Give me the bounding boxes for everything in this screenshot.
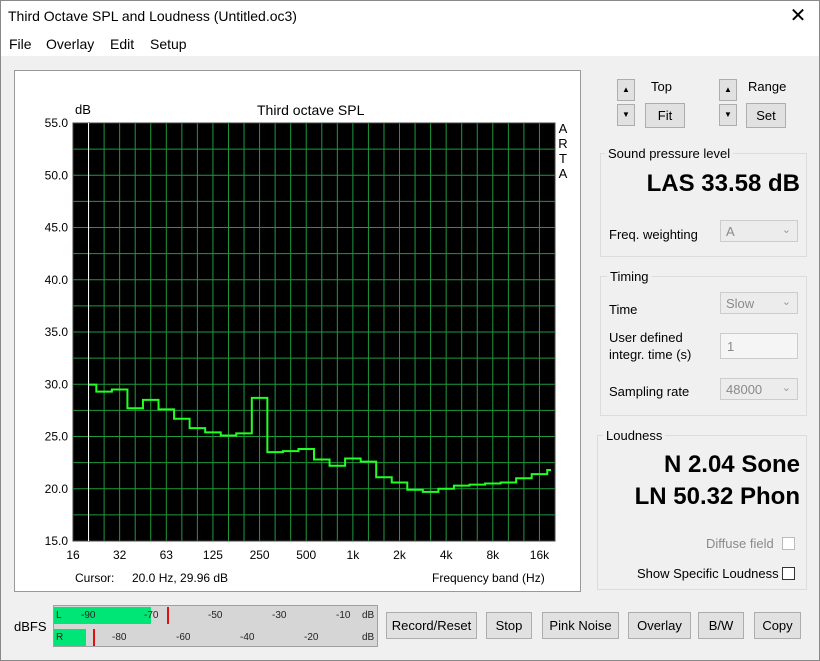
x-axis-label: Frequency band (Hz) — [432, 571, 545, 585]
pink-noise-button[interactable]: Pink Noise — [542, 612, 619, 639]
freq-weighting-value: A — [726, 224, 735, 239]
bw-button[interactable]: B/W — [698, 612, 744, 639]
graph-panel: 55.0 50.0 45.0 40.0 35.0 30.0 25.0 20.0 15.0 16 32… — [14, 70, 581, 592]
menu-setup[interactable]: Setup — [150, 36, 187, 52]
arta-logo-letter: A — [559, 121, 568, 136]
top-label: Top — [651, 79, 672, 94]
y-tick-label: 30.0 — [45, 377, 69, 391]
x-tick-label: 250 — [250, 548, 270, 562]
level-meter: L R -90 -70 -50 -30 -10 dB -80 -60 -40 -… — [53, 605, 378, 647]
scale-label: -30 — [272, 610, 287, 621]
arta-logo-letter: R — [558, 136, 567, 151]
user-time-input[interactable]: 1 — [720, 333, 798, 359]
copy-button[interactable]: Copy — [754, 612, 801, 639]
sampling-rate-label: Sampling rate — [609, 384, 690, 399]
scale-label: -10 — [336, 610, 351, 621]
menu-file[interactable]: File — [9, 36, 32, 52]
x-tick-label: 32 — [113, 548, 127, 562]
menu-overlay[interactable]: Overlay — [46, 36, 94, 52]
menu-edit[interactable]: Edit — [110, 36, 134, 52]
scale-label: -60 — [176, 632, 191, 643]
left-channel-label: L — [56, 610, 62, 621]
freq-weighting-label: Freq. weighting — [609, 227, 698, 242]
spl-group-label: Sound pressure level — [605, 146, 734, 161]
x-tick-label: 1k — [347, 548, 361, 562]
cursor-readout: 20.0 Hz, 29.96 dB — [132, 571, 229, 585]
dbfs-label: dBFS — [14, 619, 47, 634]
record-reset-button[interactable]: Record/Reset — [386, 612, 477, 639]
sampling-rate-select[interactable]: 48000 ⌄ — [720, 378, 798, 400]
loudness-phon-value: LN 50.32 Phon — [634, 483, 800, 510]
chevron-down-icon: ⌄ — [781, 224, 791, 236]
x-tick-label: 8k — [486, 548, 500, 562]
arta-logo-letter: T — [559, 151, 567, 166]
diffuse-field-label: Diffuse field — [706, 536, 774, 551]
left-peak-marker — [167, 607, 170, 624]
chart-title: Third octave SPL — [257, 102, 365, 118]
loudness-group-label: Loudness — [603, 428, 666, 443]
x-tick-label: 125 — [203, 548, 223, 562]
fit-button[interactable]: Fit — [645, 103, 685, 128]
close-icon[interactable]: ✕ — [783, 4, 813, 28]
y-tick-label: 40.0 — [45, 273, 69, 287]
stop-button[interactable]: Stop — [486, 612, 532, 639]
y-tick-label: 50.0 — [45, 168, 69, 182]
top-down-button[interactable]: ▼ — [617, 104, 635, 126]
specific-loudness-label: Show Specific Loudness — [637, 566, 779, 581]
title-bar: Third Octave SPL and Loudness (Untitled.… — [0, 0, 820, 32]
set-button[interactable]: Set — [746, 103, 786, 128]
freq-weighting-select[interactable]: A ⌄ — [720, 220, 798, 242]
x-tick-label: 16k — [530, 548, 550, 562]
time-label: Time — [609, 302, 638, 317]
diffuse-field-checkbox[interactable] — [782, 537, 795, 550]
scale-label: -90 — [81, 610, 96, 621]
chevron-down-icon: ⌄ — [781, 382, 791, 394]
range-up-button[interactable]: ▲ — [719, 79, 737, 101]
scale-label: -20 — [304, 632, 319, 643]
scale-label: -50 — [208, 610, 223, 621]
y-tick-label: 25.0 — [45, 430, 69, 444]
chevron-down-icon: ⌄ — [781, 296, 791, 308]
time-value: Slow — [726, 296, 755, 311]
menu-bar: File Overlay Edit Setup — [0, 32, 820, 56]
x-tick-label: 500 — [296, 548, 316, 562]
x-tick-label: 4k — [440, 548, 454, 562]
specific-loudness-checkbox[interactable] — [782, 567, 795, 580]
x-tick-label: 16 — [66, 548, 80, 562]
left-level-bar — [54, 607, 151, 624]
spl-value: LAS 33.58 dB — [646, 170, 800, 197]
right-peak-marker — [92, 629, 95, 646]
timing-group-label: Timing — [607, 269, 652, 284]
user-time-label-line2: integr. time (s) — [609, 347, 692, 362]
cursor-label: Cursor: — [75, 571, 115, 585]
window-title: Third Octave SPL and Loudness (Untitled.… — [8, 8, 297, 24]
scale-label: -70 — [144, 610, 159, 621]
scale-label: -80 — [112, 632, 127, 643]
y-tick-label: 55.0 — [45, 116, 69, 130]
arta-logo-letter: A — [559, 166, 568, 181]
scale-label: dB — [362, 610, 375, 621]
y-tick-label: 15.0 — [45, 534, 69, 548]
user-time-label-line1: User defined — [609, 330, 683, 345]
x-tick-label: 63 — [160, 548, 174, 562]
scale-label: dB — [362, 632, 375, 643]
y-tick-label: 20.0 — [45, 482, 69, 496]
overlay-button[interactable]: Overlay — [628, 612, 691, 639]
x-tick-label: 2k — [393, 548, 407, 562]
right-channel-label: R — [56, 632, 64, 643]
y-tick-label: 45.0 — [45, 221, 69, 235]
y-tick-label: 35.0 — [45, 325, 69, 339]
time-select[interactable]: Slow ⌄ — [720, 292, 798, 314]
sampling-rate-value: 48000 — [726, 382, 763, 397]
loudness-sone-value: N 2.04 Sone — [663, 451, 800, 478]
range-down-button[interactable]: ▼ — [719, 104, 737, 126]
range-label: Range — [748, 79, 787, 94]
scale-label: -40 — [240, 632, 255, 643]
spl-chart[interactable]: 55.0 50.0 45.0 40.0 35.0 30.0 25.0 20.0 15.016 32… — [15, 71, 580, 591]
top-up-button[interactable]: ▲ — [617, 79, 635, 101]
y-axis-label: dB — [75, 102, 91, 117]
